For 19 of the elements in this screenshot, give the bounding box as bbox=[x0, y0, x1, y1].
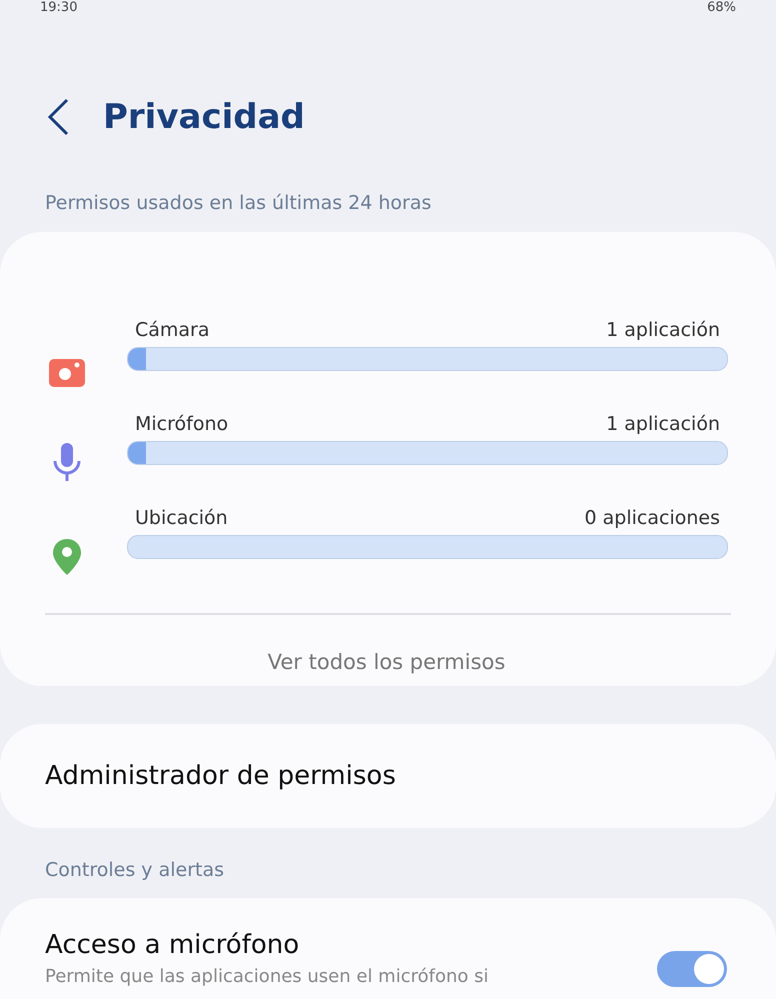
location-pin-icon bbox=[53, 539, 81, 575]
setting-title: Acceso a micrófono bbox=[45, 930, 300, 960]
permission-manager-item[interactable]: Administrador de permisos bbox=[45, 761, 731, 791]
camera-icon bbox=[49, 359, 85, 387]
section-label: Controles y alertas bbox=[44, 858, 226, 883]
app-count: 1 aplicación bbox=[606, 319, 720, 341]
see-all-permissions-link[interactable]: Ver todos los permisos bbox=[262, 649, 512, 675]
microphone-icon bbox=[52, 443, 82, 481]
app-count: 0 aplicaciones bbox=[584, 507, 720, 529]
section-label: Permisos usados en las últimas 24 horas bbox=[44, 191, 432, 216]
status-time: 19:30 bbox=[40, 0, 78, 16]
toggle-switch[interactable] bbox=[657, 951, 727, 987]
permission-name: Ubicación bbox=[135, 507, 228, 529]
permission-name: Cámara bbox=[135, 319, 210, 341]
permission-name: Micrófono bbox=[135, 413, 228, 435]
app-count: 1 aplicación bbox=[606, 413, 720, 435]
page-title: Privacidad bbox=[103, 97, 305, 137]
setting-description: Permite que las aplicaciones usen el micrófono si bbox=[45, 966, 489, 987]
battery-level: 68% bbox=[707, 0, 736, 16]
